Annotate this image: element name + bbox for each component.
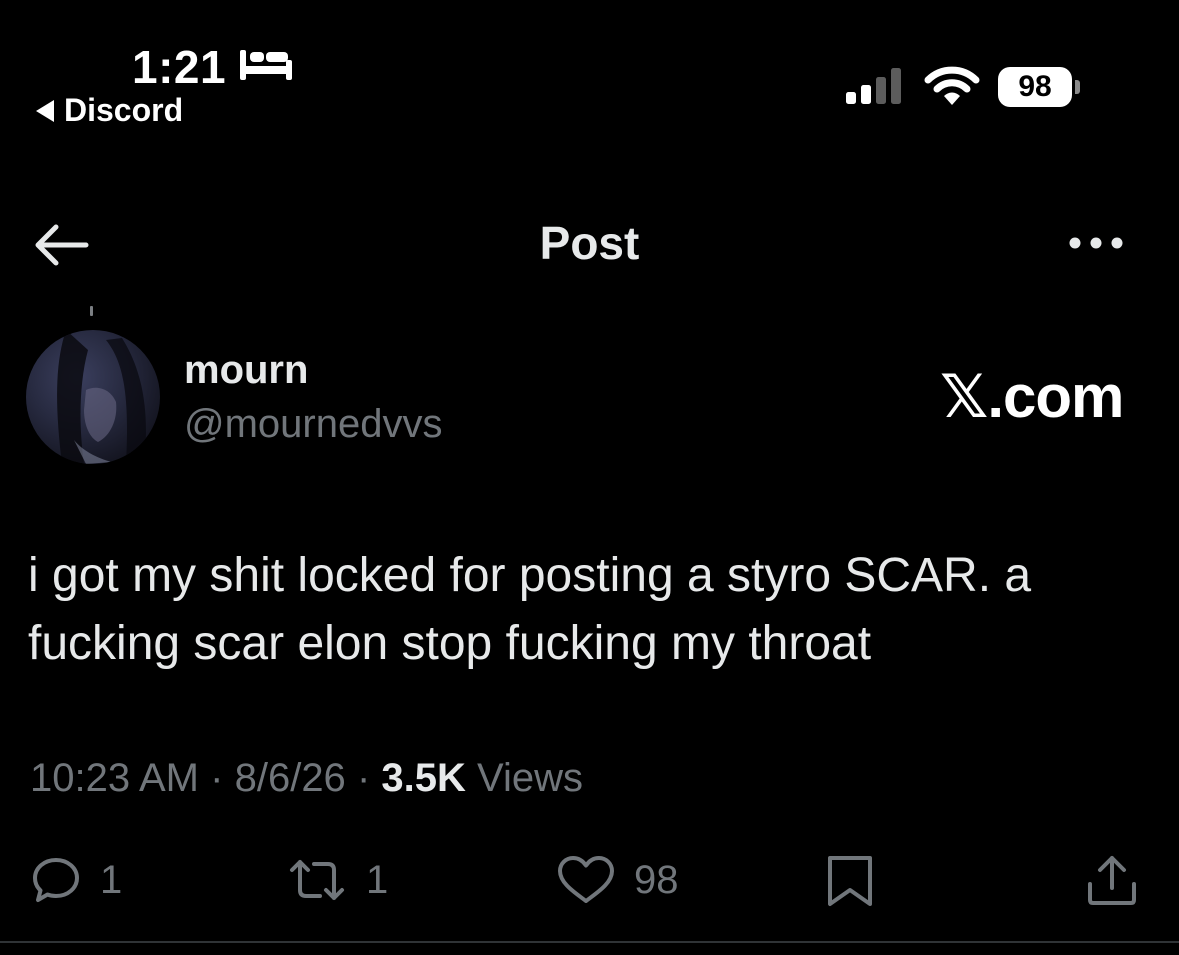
avatar-image [57, 330, 146, 464]
avatar[interactable] [26, 330, 160, 464]
x-com-watermark: 𝕏.com [940, 363, 1124, 430]
divider [0, 941, 1179, 943]
status-time: 1:21 [132, 41, 227, 93]
views-count[interactable]: 3.5K [381, 756, 466, 800]
share-icon [1088, 856, 1136, 905]
repost-icon [290, 860, 344, 900]
battery-level: 98 [998, 67, 1072, 107]
post-text: i got my shit locked for posting a styro… [28, 549, 1032, 670]
like-count: 98 [634, 857, 679, 902]
author-display-name[interactable]: mourn [184, 348, 308, 393]
battery-icon: 98 [998, 66, 1080, 108]
reply-count: 1 [100, 857, 123, 902]
wifi-icon [924, 66, 980, 105]
post-time: 10:23 AM [30, 756, 200, 800]
like-icon [558, 856, 614, 903]
share-button[interactable] [1084, 848, 1140, 912]
bed-icon [240, 50, 292, 80]
repost-button[interactable]: 1 [286, 848, 388, 912]
back-app-label: Discord [64, 92, 184, 128]
meta-separator: · [356, 756, 371, 800]
bookmark-button[interactable] [824, 848, 876, 912]
views-label: Views [477, 756, 583, 800]
reply-button[interactable]: 1 [30, 848, 122, 912]
more-options-icon[interactable] [1066, 232, 1126, 254]
post-date: 8/6/26 [234, 756, 346, 800]
post-meta: 10:23 AM · 8/6/26 · 3.5K Views [30, 756, 583, 801]
back-to-app-button[interactable]: Discord [36, 92, 183, 129]
author-handle[interactable]: @mournedvvs [184, 402, 442, 447]
like-button[interactable]: 98 [556, 848, 679, 912]
cellular-signal-icon [846, 68, 901, 104]
thread-line [90, 306, 93, 316]
repost-count: 1 [366, 857, 389, 902]
page-title: Post [539, 217, 640, 269]
meta-separator: · [210, 756, 224, 800]
back-triangle-icon [36, 99, 54, 122]
reply-icon [33, 858, 79, 902]
bookmark-icon [828, 856, 872, 906]
